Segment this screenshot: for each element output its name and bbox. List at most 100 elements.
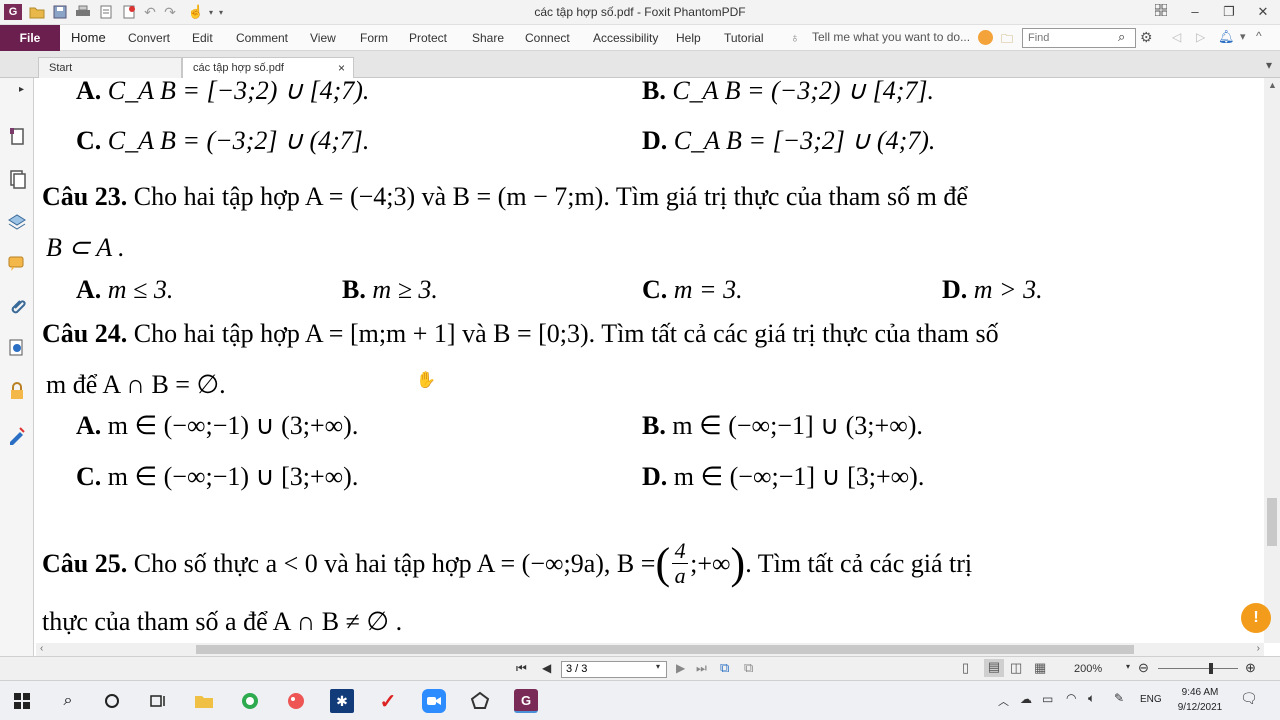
expand-panel-icon[interactable]: ▸ — [19, 84, 24, 95]
find-folder-icon[interactable]: 🗀 — [1001, 30, 1013, 51]
snowflake-app-icon[interactable]: ✱ — [330, 689, 354, 713]
close-button[interactable]: ✕ — [1248, 2, 1278, 22]
tab-document[interactable]: các tập hợp số.pdf × — [182, 57, 354, 78]
vertical-scroll-thumb[interactable] — [1267, 498, 1277, 546]
lock-icon[interactable] — [6, 380, 28, 402]
first-page-icon[interactable]: ⏮ — [516, 661, 527, 676]
notification-bell-icon[interactable]: 🔔︎ — [1218, 29, 1235, 45]
zoom-out-icon[interactable]: ⊖ — [1138, 660, 1149, 676]
show-hidden-icons-icon[interactable]: ︿ — [998, 693, 1009, 709]
windows-start-icon[interactable] — [10, 689, 34, 713]
vertical-scrollbar[interactable]: ▲ — [1264, 78, 1280, 643]
menu-edit[interactable]: Edit — [192, 31, 213, 45]
menu-connect[interactable]: Connect — [525, 31, 570, 45]
page-dropdown-icon[interactable]: ▾ — [656, 662, 660, 671]
q24-option-c-label: C. — [76, 462, 102, 491]
checkmark-app-icon[interactable]: ✓ — [376, 689, 400, 713]
tab-start[interactable]: Start — [38, 57, 182, 78]
facing-view-icon[interactable]: ◫ — [1010, 660, 1022, 676]
zoom-level[interactable]: 200% — [1074, 663, 1102, 675]
maximize-button[interactable]: ❐ — [1214, 2, 1244, 22]
menu-view[interactable]: View — [310, 31, 336, 45]
q24-text-line2: m để A ∩ B = ∅. — [46, 370, 226, 399]
action-center-icon[interactable]: 🗨︎ — [1240, 690, 1258, 707]
horizontal-scroll-thumb[interactable] — [196, 645, 1134, 654]
system-clock[interactable]: 9:46 AM 9/12/2021 — [1168, 685, 1232, 715]
scroll-right-icon[interactable]: › — [1257, 643, 1260, 654]
previous-result-icon[interactable]: ◁ — [1172, 30, 1181, 44]
menu-form[interactable]: Form — [360, 31, 388, 45]
foxit-phantompdf-taskbar-icon[interactable]: G — [514, 689, 538, 713]
scroll-left-icon[interactable]: ‹ — [40, 643, 43, 654]
menu-share[interactable]: Share — [472, 31, 504, 45]
paint-app-icon[interactable] — [284, 689, 308, 713]
q24-label: Câu 24. — [42, 319, 128, 348]
zoom-slider-thumb[interactable] — [1209, 663, 1213, 674]
menu-home[interactable]: Home — [71, 30, 106, 45]
comments-icon[interactable] — [6, 253, 28, 275]
file-menu-button[interactable]: File — [0, 25, 60, 51]
menu-tutorial[interactable]: Tutorial — [724, 31, 764, 45]
menu-help[interactable]: Help — [676, 31, 701, 45]
pentagon-app-icon[interactable] — [468, 689, 492, 713]
menu-comment[interactable]: Comment — [236, 31, 288, 45]
single-page-view-icon[interactable]: ▯ — [962, 660, 969, 676]
window-title: các tập hợp số.pdf - Foxit PhantomPDF — [534, 5, 746, 19]
continuous-view-icon[interactable]: ▤ — [984, 659, 1004, 677]
menu-protect[interactable]: Protect — [409, 31, 447, 45]
task-view-icon[interactable] — [146, 689, 170, 713]
q24-text-line1: Cho hai tập hợp A = [m;m + 1] và B = [0;… — [133, 319, 999, 348]
language-indicator[interactable]: ENG — [1140, 694, 1162, 705]
zoom-slider[interactable] — [1158, 668, 1238, 669]
tab-menu-icon[interactable]: ▾ — [1266, 58, 1272, 72]
restore-layout-icon[interactable] — [1146, 2, 1176, 22]
bookmark-icon[interactable] — [6, 126, 28, 148]
collapse-ribbon-icon[interactable]: ^ — [1256, 29, 1262, 43]
next-page-icon[interactable]: ▶ — [676, 661, 685, 675]
cortana-icon[interactable] — [100, 689, 124, 713]
fraction-denominator: a — [674, 563, 686, 588]
q23-text-line2: B ⊂ A . — [46, 233, 125, 262]
layers-icon[interactable] — [6, 211, 28, 233]
next-view-icon[interactable]: ⧉ — [744, 660, 753, 676]
q25-label: Câu 25. — [42, 548, 128, 578]
next-result-icon[interactable]: ▷ — [1196, 30, 1205, 44]
page-thumbnails-icon[interactable] — [6, 169, 28, 191]
tell-me-search[interactable]: Tell me what you want to do... — [812, 30, 970, 44]
zoom-dropdown-icon[interactable]: ▾ — [1126, 662, 1130, 671]
q24-option-d-label: D. — [642, 462, 668, 491]
scroll-up-icon[interactable]: ▲ — [1268, 80, 1277, 90]
cloud-sync-icon[interactable]: ☁ — [1020, 692, 1032, 706]
battery-icon[interactable]: ▭ — [1042, 692, 1053, 706]
lightbulb-icon: ♁ — [790, 30, 800, 45]
volume-icon[interactable]: 🔈︎ — [1088, 691, 1095, 706]
tab-document-label: các tập hợp số.pdf — [193, 62, 284, 74]
file-explorer-icon[interactable] — [192, 689, 216, 713]
search-icon[interactable]: ⌕ — [1118, 29, 1125, 45]
gear-icon[interactable]: ⚙ — [1140, 29, 1153, 46]
minimize-button[interactable]: – — [1180, 2, 1210, 22]
help-button[interactable]: ! — [1241, 603, 1271, 633]
horizontal-scrollbar[interactable]: ‹ › — [36, 643, 1264, 656]
close-tab-icon[interactable]: × — [338, 58, 345, 78]
continuous-facing-view-icon[interactable]: ▦ — [1034, 660, 1046, 676]
signature-icon[interactable] — [6, 337, 28, 359]
zoom-app-icon[interactable] — [422, 689, 446, 713]
previous-page-icon[interactable]: ◀ — [542, 661, 551, 675]
coccoc-browser-icon[interactable] — [238, 689, 262, 713]
menu-accessibility[interactable]: Accessibility — [593, 31, 658, 45]
smiley-feedback-icon[interactable] — [978, 30, 993, 45]
last-page-icon[interactable]: ⏭ — [696, 661, 707, 676]
attachment-icon[interactable] — [6, 296, 28, 318]
page-number-input[interactable]: 3 / 3 — [561, 661, 667, 678]
wifi-icon[interactable]: ◠ — [1066, 691, 1076, 705]
ribbon-options-icon[interactable]: ▾ — [1240, 30, 1246, 43]
pen-input-icon[interactable]: ✎ — [1114, 691, 1124, 705]
menu-convert[interactable]: Convert — [128, 31, 170, 45]
zoom-in-icon[interactable]: ⊕ — [1245, 660, 1256, 676]
q24-option-a-label: A. — [76, 411, 102, 440]
search-icon[interactable]: ⌕ — [56, 689, 80, 713]
q24-option-d: m ∈ (−∞;−1] ∪ [3;+∞). — [673, 462, 925, 491]
fill-sign-icon[interactable] — [6, 424, 28, 446]
previous-view-icon[interactable]: ⧉ — [720, 660, 729, 676]
